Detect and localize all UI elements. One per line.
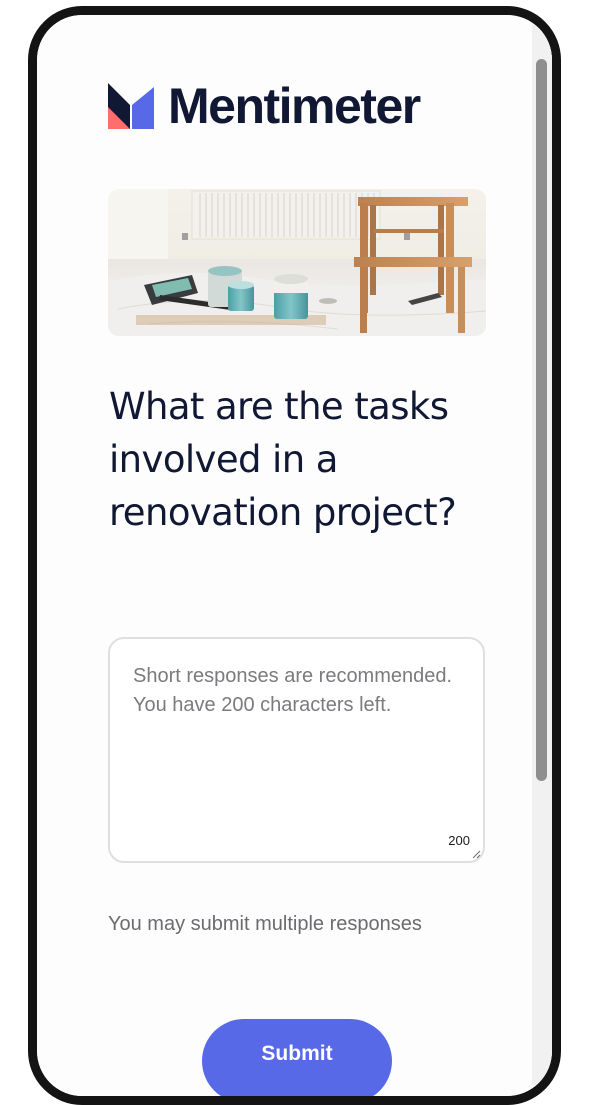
mentimeter-logo-icon [108, 83, 154, 129]
answer-input[interactable] [133, 662, 463, 822]
character-counter: 200 [448, 833, 470, 848]
submit-button[interactable]: Submit [202, 1019, 392, 1096]
answer-box[interactable]: 200 [108, 637, 485, 863]
scrollbar[interactable] [532, 25, 552, 1085]
question-title: What are the tasks involved in a renovat… [109, 385, 457, 534]
scrollbar-thumb[interactable] [536, 59, 547, 781]
resize-grip-icon[interactable] [472, 850, 481, 859]
mentimeter-logo: Mentimeter [108, 78, 421, 134]
brand-name: Mentimeter [168, 78, 421, 134]
voting-screen: Mentimeter What are the tasks involved i… [37, 15, 552, 1096]
phone-frame: Mentimeter What are the tasks involved i… [28, 6, 561, 1105]
question-image [108, 189, 486, 336]
multiple-responses-hint: You may submit multiple responses [108, 913, 422, 935]
renovation-photo-icon [108, 189, 486, 336]
